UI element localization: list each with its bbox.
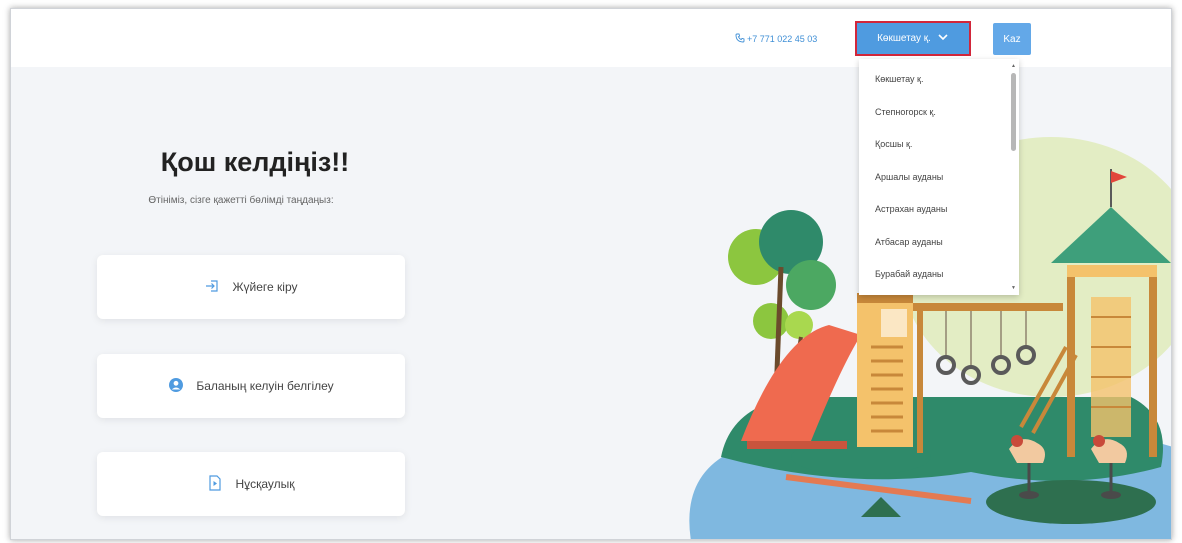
chevron-down-icon [937, 31, 949, 46]
user-circle-icon [168, 377, 184, 396]
phone-link[interactable]: +7 771 022 45 03 [735, 33, 817, 45]
document-icon [207, 474, 223, 494]
dropdown-scrollbar[interactable]: ▲ ▼ [1010, 63, 1017, 291]
mark-attendance-card-button[interactable]: Баланың келуін белгілеу [97, 354, 405, 418]
city-select[interactable]: Көкшетау қ. [855, 21, 971, 56]
phone-icon [735, 33, 745, 45]
phone-number: +7 771 022 45 03 [747, 34, 818, 44]
page-title: Қош келдіңіз!! [160, 147, 350, 177]
city-option[interactable]: Бурабай ауданы [859, 258, 1019, 291]
city-option[interactable]: Атбасар ауданы [859, 226, 1019, 259]
city-option[interactable]: Аршалы ауданы [859, 161, 1019, 194]
app-window: +7 771 022 45 03 Көкшетау қ. Kaz Көкшета… [10, 8, 1172, 540]
login-card-label: Жүйеге кіру [232, 280, 298, 294]
language-button[interactable]: Kaz [993, 23, 1031, 55]
city-option[interactable]: Астрахан ауданы [859, 193, 1019, 226]
city-select-value: Көкшетау қ. [877, 33, 931, 44]
city-option[interactable]: Степногорск қ. [859, 96, 1019, 129]
city-option[interactable]: Қосшы қ. [859, 128, 1019, 161]
scroll-down-arrow-icon[interactable]: ▼ [1010, 285, 1017, 291]
page-subtitle: Өтініміз, сізге қажетті бөлімді таңдаңыз… [148, 195, 334, 206]
mark-attendance-card-label: Баланың келуін белгілеу [196, 379, 334, 393]
login-card-button[interactable]: Жүйеге кіру [97, 255, 405, 319]
manual-card-button[interactable]: Нұсқаулық [97, 452, 405, 516]
scrollbar-thumb[interactable] [1011, 73, 1016, 151]
scroll-up-arrow-icon[interactable]: ▲ [1010, 63, 1017, 69]
login-icon [204, 278, 220, 297]
city-option[interactable]: Көкшетау қ. [859, 63, 1019, 96]
manual-card-label: Нұсқаулық [235, 477, 295, 491]
city-dropdown: Көкшетау қ. Степногорск қ. Қосшы қ. Арша… [859, 59, 1019, 295]
